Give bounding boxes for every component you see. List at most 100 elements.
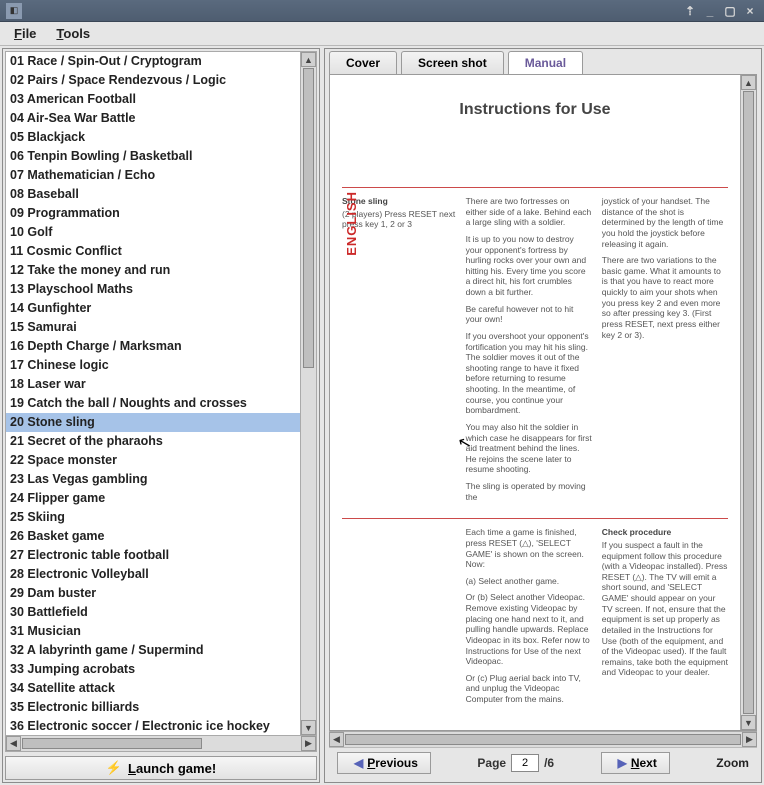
launch-button[interactable]: ⚡ Launch game! — [5, 756, 317, 780]
list-item[interactable]: 12 Take the money and run — [6, 261, 300, 280]
manual-text: Each time a game is finished, press RESE… — [466, 527, 592, 570]
list-item[interactable]: 15 Samurai — [6, 318, 300, 337]
page-label: Page — [477, 756, 506, 770]
list-item[interactable]: 05 Blackjack — [6, 128, 300, 147]
tab-screenshot[interactable]: Screen shot — [401, 51, 504, 74]
menu-file[interactable]: File — [4, 22, 46, 45]
next-label: Next — [631, 756, 657, 770]
list-item[interactable]: 34 Satellite attack — [6, 679, 300, 698]
list-item[interactable]: 27 Electronic table football — [6, 546, 300, 565]
scroll-down-button[interactable]: ▼ — [741, 715, 756, 730]
page-input[interactable] — [511, 754, 539, 772]
list-vscrollbar[interactable]: ▲ ▼ — [300, 52, 316, 735]
previous-button[interactable]: ◀ Previous — [337, 752, 431, 774]
doc-hscrollbar[interactable]: ◀ ▶ — [329, 731, 757, 747]
manual-text: There are two variations to the basic ga… — [602, 255, 728, 340]
scroll-thumb[interactable] — [303, 68, 314, 368]
minimize-button[interactable]: _ — [702, 4, 718, 18]
titlebar: ◧ ⇡ _ ▢ × — [0, 0, 764, 22]
manual-text: It is up to you now to destroy your oppo… — [466, 234, 592, 298]
manual-text: If you suspect a fault in the equipment … — [602, 540, 728, 678]
list-item[interactable]: 25 Skiing — [6, 508, 300, 527]
list-item[interactable]: 24 Flipper game — [6, 489, 300, 508]
manual-nav-bar: ◀ Previous Page /6 ▶ Next Zoom — [329, 747, 757, 778]
divider — [342, 518, 728, 519]
launch-label: Launch game! — [128, 761, 216, 776]
list-item[interactable]: 14 Gunfighter — [6, 299, 300, 318]
document-viewer: Instructions for Use ENGLISH Stone sling… — [329, 74, 757, 731]
scroll-up-button[interactable]: ▲ — [741, 75, 756, 90]
tab-bar: Cover Screen shot Manual — [325, 49, 761, 74]
check-heading: Check procedure — [602, 527, 728, 538]
list-item[interactable]: 32 A labyrinth game / Supermind — [6, 641, 300, 660]
list-item[interactable]: 23 Las Vegas gambling — [6, 470, 300, 489]
list-item[interactable]: 11 Cosmic Conflict — [6, 242, 300, 261]
list-item[interactable]: 22 Space monster — [6, 451, 300, 470]
list-item[interactable]: 18 Laser war — [6, 375, 300, 394]
manual-section-1: Stone sling (2 players) Press RESET next… — [342, 196, 728, 508]
game-list[interactable]: 01 Race / Spin-Out / Cryptogram02 Pairs … — [6, 52, 300, 735]
app-window: ◧ ⇡ _ ▢ × File Tools 01 Race / Spin-Out … — [0, 0, 764, 785]
lightning-icon: ⚡ — [106, 760, 122, 776]
list-item[interactable]: 17 Chinese logic — [6, 356, 300, 375]
scroll-thumb[interactable] — [743, 91, 754, 714]
list-item[interactable]: 28 Electronic Volleyball — [6, 565, 300, 584]
hscroll-thumb[interactable] — [22, 738, 202, 749]
zoom-label: Zoom — [716, 756, 749, 770]
list-item[interactable]: 35 Electronic billiards — [6, 698, 300, 717]
tab-cover[interactable]: Cover — [329, 51, 397, 74]
menubar: File Tools — [0, 22, 764, 46]
list-item[interactable]: 08 Baseball — [6, 185, 300, 204]
scroll-right-button[interactable]: ▶ — [742, 732, 757, 747]
list-item[interactable]: 36 Electronic soccer / Electronic ice ho… — [6, 717, 300, 735]
close-button[interactable]: × — [742, 4, 758, 18]
arrow-right-icon: ▶ — [618, 756, 627, 770]
list-item[interactable]: 26 Basket game — [6, 527, 300, 546]
list-item[interactable]: 13 Playschool Maths — [6, 280, 300, 299]
app-icon: ◧ — [6, 3, 22, 19]
manual-page: Instructions for Use ENGLISH Stone sling… — [330, 75, 740, 730]
list-item[interactable]: 01 Race / Spin-Out / Cryptogram — [6, 52, 300, 71]
list-item[interactable]: 03 American Football — [6, 90, 300, 109]
list-item[interactable]: 29 Dam buster — [6, 584, 300, 603]
scroll-left-button[interactable]: ◀ — [329, 732, 344, 747]
divider — [342, 187, 728, 188]
doc-title: Instructions for Use — [342, 101, 728, 119]
manual-text: Be careful however not to hit your own! — [466, 304, 592, 325]
manual-text: joystick of your handset. The distance o… — [602, 196, 728, 249]
list-item[interactable]: 04 Air-Sea War Battle — [6, 109, 300, 128]
manual-text: You may also hit the soldier in which ca… — [466, 422, 592, 475]
right-pane: Cover Screen shot Manual Instructions fo… — [324, 48, 762, 783]
hscroll-thumb[interactable] — [345, 734, 741, 745]
scroll-left-button[interactable]: ◀ — [6, 736, 21, 751]
scroll-down-button[interactable]: ▼ — [301, 720, 316, 735]
menu-tools[interactable]: Tools — [46, 22, 100, 45]
list-item[interactable]: 31 Musician — [6, 622, 300, 641]
list-item[interactable]: 16 Depth Charge / Marksman — [6, 337, 300, 356]
previous-label: Previous — [367, 756, 418, 770]
page-indicator: Page /6 — [477, 754, 554, 772]
next-button[interactable]: ▶ Next — [601, 752, 670, 774]
list-item[interactable]: 30 Battlefield — [6, 603, 300, 622]
scroll-up-button[interactable]: ▲ — [301, 52, 316, 67]
game-list-container: 01 Race / Spin-Out / Cryptogram02 Pairs … — [5, 51, 317, 752]
list-item[interactable]: 10 Golf — [6, 223, 300, 242]
arrow-left-icon: ◀ — [354, 756, 363, 770]
pin-button[interactable]: ⇡ — [682, 4, 698, 18]
manual-text: The sling is operated by moving the — [466, 481, 592, 502]
doc-vscrollbar[interactable]: ▲ ▼ — [740, 75, 756, 730]
scroll-right-button[interactable]: ▶ — [301, 736, 316, 751]
list-item[interactable]: 20 Stone sling — [6, 413, 300, 432]
list-item[interactable]: 07 Mathematician / Echo — [6, 166, 300, 185]
section-heading: Stone sling — [342, 196, 456, 207]
list-item[interactable]: 19 Catch the ball / Noughts and crosses — [6, 394, 300, 413]
manual-text: Or (c) Plug aerial back into TV, and unp… — [466, 673, 592, 705]
tab-manual[interactable]: Manual — [508, 51, 583, 74]
list-item[interactable]: 02 Pairs / Space Rendezvous / Logic — [6, 71, 300, 90]
list-item[interactable]: 21 Secret of the pharaohs — [6, 432, 300, 451]
list-item[interactable]: 09 Programmation — [6, 204, 300, 223]
list-item[interactable]: 33 Jumping acrobats — [6, 660, 300, 679]
maximize-button[interactable]: ▢ — [722, 4, 738, 18]
list-hscrollbar[interactable]: ◀ ▶ — [6, 735, 316, 751]
list-item[interactable]: 06 Tenpin Bowling / Basketball — [6, 147, 300, 166]
